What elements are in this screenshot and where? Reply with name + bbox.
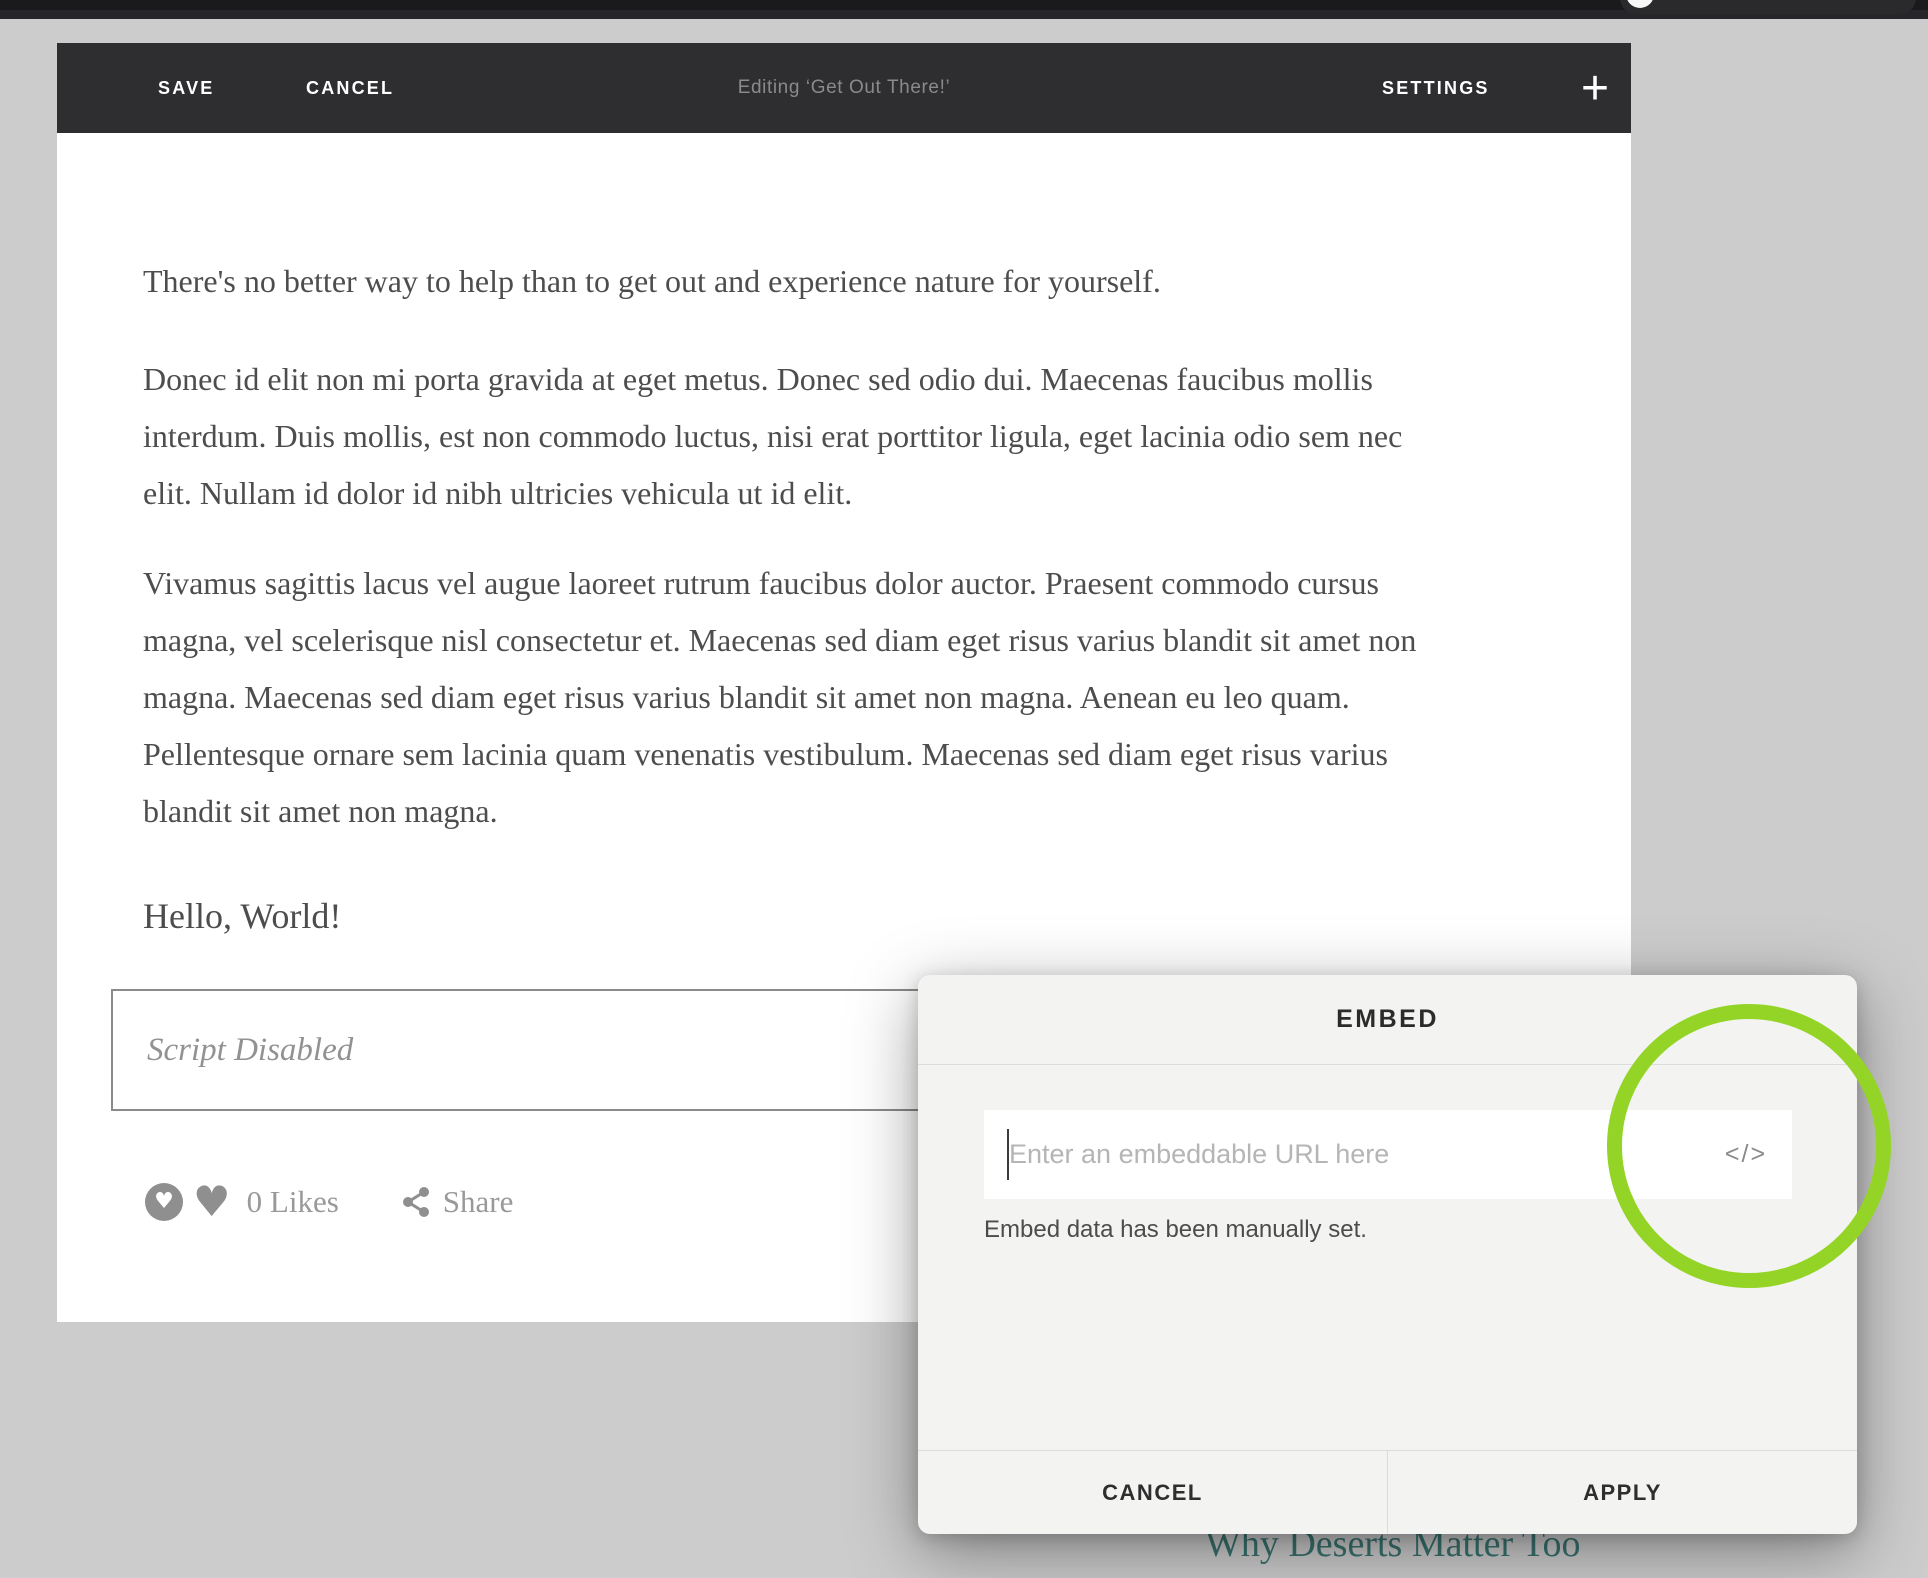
share-icon[interactable] bbox=[401, 1186, 431, 1218]
browser-omnibox-fragment bbox=[1620, 0, 1916, 14]
annotation-circle bbox=[1607, 1004, 1891, 1288]
post-meta-row: ♥ ♥ 0 Likes Share bbox=[145, 1180, 513, 1224]
settings-button[interactable]: SETTINGS bbox=[1382, 43, 1490, 133]
screen: SAVE CANCEL Editing ‘Get Out There!’ SET… bbox=[0, 0, 1928, 1578]
post-paragraph[interactable]: Donec id elit non mi porta gravida at eg… bbox=[143, 351, 1613, 522]
browser-chrome-bar bbox=[0, 0, 1928, 19]
post-paragraph[interactable]: There's no better way to help than to ge… bbox=[143, 253, 1613, 310]
editor-toolbar: SAVE CANCEL Editing ‘Get Out There!’ SET… bbox=[57, 43, 1631, 133]
script-disabled-label: Script Disabled bbox=[147, 1031, 354, 1068]
likes-count[interactable]: 0 Likes bbox=[247, 1184, 339, 1220]
embed-dialog-footer: CANCEL APPLY bbox=[918, 1450, 1857, 1534]
text-caret bbox=[1007, 1129, 1009, 1180]
heart-icon: ♥ bbox=[154, 1189, 174, 1214]
like-circle-icon[interactable]: ♥ bbox=[145, 1183, 183, 1221]
embed-apply-button[interactable]: APPLY bbox=[1387, 1451, 1857, 1534]
embed-cancel-button[interactable]: CANCEL bbox=[918, 1451, 1387, 1534]
heart-icon[interactable]: ♥ bbox=[193, 1181, 231, 1223]
post-paragraph-hello[interactable]: Hello, World! bbox=[143, 895, 341, 937]
share-label[interactable]: Share bbox=[443, 1184, 514, 1220]
embed-status-text: Embed data has been manually set. bbox=[984, 1216, 1367, 1243]
post-paragraph[interactable]: Vivamus sagittis lacus vel augue laoreet… bbox=[143, 555, 1613, 840]
add-block-plus-icon[interactable]: + bbox=[1565, 43, 1625, 139]
